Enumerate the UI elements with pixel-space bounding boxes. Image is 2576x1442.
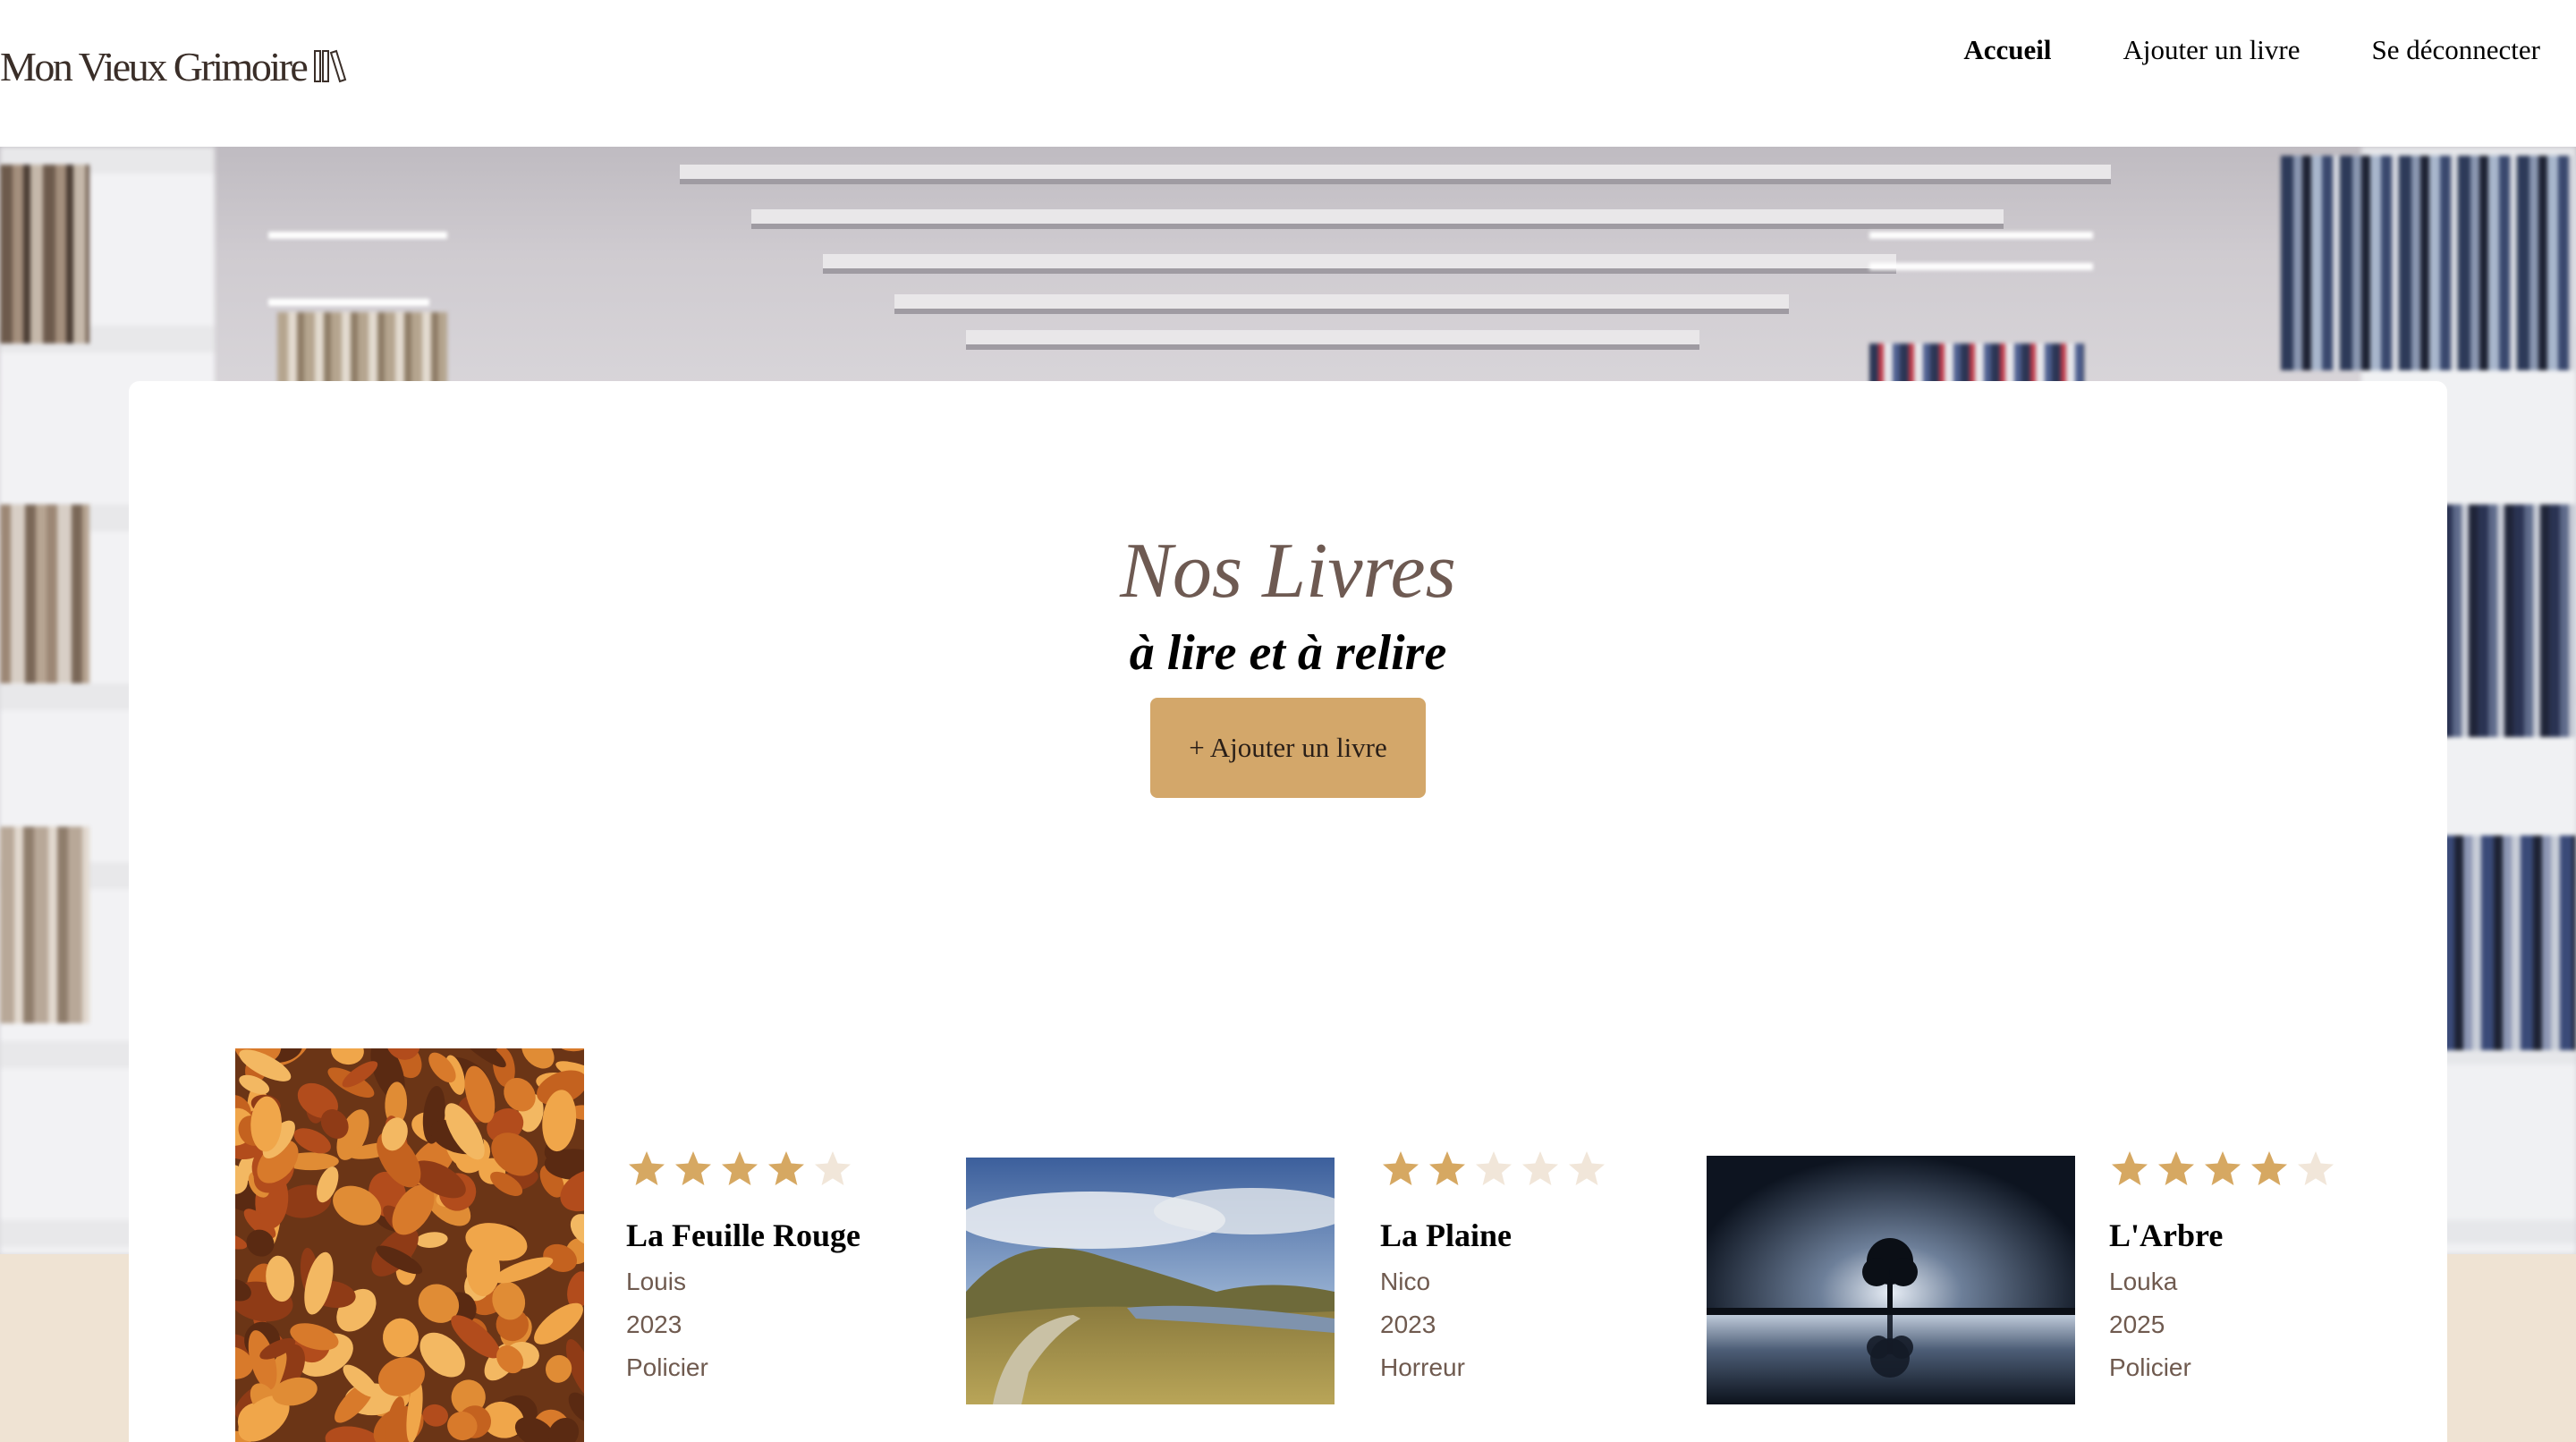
book-cover-image (235, 1048, 584, 1442)
star-empty-icon (815, 1151, 851, 1185)
star-empty-icon (1522, 1151, 1558, 1185)
mountain-plain-image (966, 1158, 1335, 1404)
book-title: La Plaine (1380, 1217, 1513, 1253)
autumn-leaves-image (235, 1048, 584, 1442)
site-header: Mon Vieux Grimoire Accueil Ajouter un li… (0, 0, 2576, 147)
ceiling-beam (751, 209, 2004, 229)
tree-reflection-image (1707, 1156, 2075, 1404)
book-info: La Feuille Rouge Louis 2023 Policier (626, 1149, 860, 1383)
light-strip (1869, 232, 2093, 239)
star-filled-icon (722, 1151, 758, 1185)
ceiling-beam (823, 254, 1896, 274)
books-icon (314, 49, 347, 83)
star-filled-icon (2112, 1151, 2148, 1185)
star-filled-icon (629, 1151, 665, 1185)
star-empty-icon (2298, 1151, 2334, 1185)
star-rating (626, 1149, 860, 1192)
book-author: Louka (2109, 1268, 2178, 1295)
add-book-button[interactable]: + Ajouter un livre (1150, 698, 1426, 798)
star-filled-icon (768, 1151, 804, 1185)
book-genre: Policier (2109, 1353, 2191, 1381)
book-author: Louis (626, 1268, 686, 1295)
star-empty-icon (1476, 1151, 1512, 1185)
shelf-books (0, 827, 89, 1023)
shelf-books (0, 505, 89, 683)
book-card[interactable]: L'Arbre Louka 2025 Policier (1707, 1048, 2351, 1442)
star-filled-icon (2251, 1151, 2287, 1185)
book-title: La Feuille Rouge (626, 1217, 860, 1253)
book-info: L'Arbre Louka 2025 Policier (2109, 1149, 2336, 1383)
books-section: Nos Livres à lire et à relire + Ajouter … (129, 381, 2447, 1442)
light-strip (268, 299, 429, 306)
nav-link-ajouter-livre[interactable]: Ajouter un livre (2123, 34, 2301, 66)
star-empty-icon (1569, 1151, 1605, 1185)
star-filled-icon (2205, 1151, 2241, 1185)
book-cover-image (966, 1158, 1335, 1404)
page-subtitle: à lire et à relire (1129, 625, 1447, 681)
book-card[interactable]: La Plaine Nico 2023 Horreur (966, 1048, 1628, 1442)
star-filled-icon (2158, 1151, 2194, 1185)
book-year: 2025 (2109, 1311, 2165, 1338)
ceiling-beam (966, 330, 1699, 350)
star-rating (1380, 1149, 1607, 1192)
star-filled-icon (1383, 1151, 1419, 1185)
book-cover-image (1707, 1156, 2075, 1404)
shelf-books (2442, 505, 2576, 737)
book-year: 2023 (1380, 1311, 1436, 1338)
light-strip (1869, 263, 2093, 270)
ceiling-beam (894, 294, 1789, 314)
book-card[interactable]: La Feuille Rouge Louis 2023 Policier (235, 1048, 861, 1442)
nav-link-accueil[interactable]: Accueil (1963, 34, 2051, 66)
book-title: L'Arbre (2109, 1217, 2224, 1253)
site-logo[interactable]: Mon Vieux Grimoire (0, 39, 347, 93)
book-genre: Horreur (1380, 1353, 1465, 1381)
star-filled-icon (675, 1151, 711, 1185)
star-rating (2109, 1149, 2336, 1192)
star-filled-icon (1429, 1151, 1465, 1185)
logo-text: Mon Vieux Grimoire (0, 43, 309, 89)
book-year: 2023 (626, 1311, 682, 1338)
shelf-books (2442, 836, 2576, 1050)
book-genre: Policier (626, 1353, 708, 1381)
book-author: Nico (1380, 1268, 1431, 1295)
shelf-books (0, 165, 89, 344)
shelf-books (2281, 156, 2576, 370)
book-info: La Plaine Nico 2023 Horreur (1380, 1149, 1607, 1383)
nav-link-deconnecter[interactable]: Se déconnecter (2372, 34, 2540, 66)
ceiling-beam (680, 165, 2111, 184)
main-nav: Accueil Ajouter un livre Se déconnecter (1963, 34, 2540, 66)
page-title: Nos Livres (1120, 528, 1456, 615)
light-strip (268, 232, 447, 239)
